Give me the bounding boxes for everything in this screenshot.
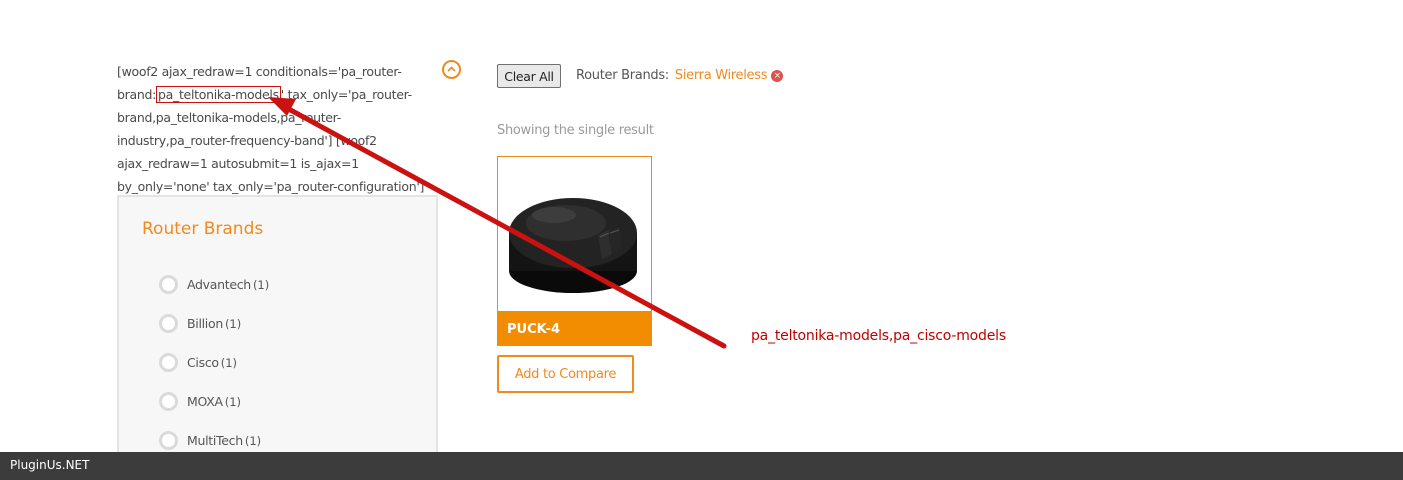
active-filter: Router Brands: Sierra Wireless × [576, 68, 784, 83]
result-count: Showing the single result [497, 123, 654, 138]
brand-label: MOXA [187, 394, 223, 409]
filter-panel-body: Router Brands Advantech (1) Billion (1) … [119, 197, 436, 465]
brand-label: Cisco [187, 355, 219, 370]
product-image [509, 198, 637, 293]
brand-count: (1) [224, 394, 242, 409]
collapse-filter-button[interactable] [442, 60, 461, 79]
brand-label: Advantech [187, 277, 251, 292]
active-filter-label: Router Brands: [576, 68, 669, 83]
shortcode-part-2: ' tax_only='pa_router-brand,pa_teltonika… [117, 87, 425, 194]
brand-option-cisco[interactable]: Cisco (1) [159, 343, 269, 382]
active-filter-value[interactable]: Sierra Wireless [675, 68, 768, 83]
footer-brand: PluginUs.NET [10, 458, 90, 472]
remove-filter-icon[interactable]: × [771, 69, 784, 82]
filter-title: Router Brands [142, 219, 264, 239]
radio-button[interactable] [159, 392, 178, 411]
brand-label: MultiTech [187, 433, 243, 448]
clear-all-button[interactable]: Clear All [497, 64, 561, 88]
add-to-compare-button[interactable]: Add to Compare [497, 355, 634, 393]
shortcode-text: [woof2 ajax_redraw=1 conditionals='pa_ro… [117, 60, 447, 198]
filter-panel: Router Brands Advantech (1) Billion (1) … [117, 195, 438, 465]
brand-label: Billion [187, 316, 223, 331]
brand-count: (1) [224, 316, 242, 331]
radio-button[interactable] [159, 275, 178, 294]
footer-bar: PluginUs.NET [0, 452, 1403, 480]
brand-list: Advantech (1) Billion (1) Cisco (1) MOXA… [159, 265, 269, 460]
annotation-text: pa_teltonika-models,pa_cisco-models [751, 328, 1006, 344]
radio-button[interactable] [159, 431, 178, 450]
product-name[interactable]: PUCK-4 [497, 311, 652, 346]
brand-count: (1) [252, 277, 270, 292]
brand-option-billion[interactable]: Billion (1) [159, 304, 269, 343]
product-card[interactable]: PUCK-4 [497, 156, 652, 346]
brand-count: (1) [244, 433, 262, 448]
brand-option-advantech[interactable]: Advantech (1) [159, 265, 269, 304]
radio-button[interactable] [159, 314, 178, 333]
brand-option-moxa[interactable]: MOXA (1) [159, 382, 269, 421]
chevron-up-icon [447, 66, 456, 72]
highlighted-taxonomy: pa_teltonika-models [156, 86, 281, 103]
radio-button[interactable] [159, 353, 178, 372]
brand-count: (1) [220, 355, 238, 370]
cropped-top-text [0, 0, 1403, 2]
